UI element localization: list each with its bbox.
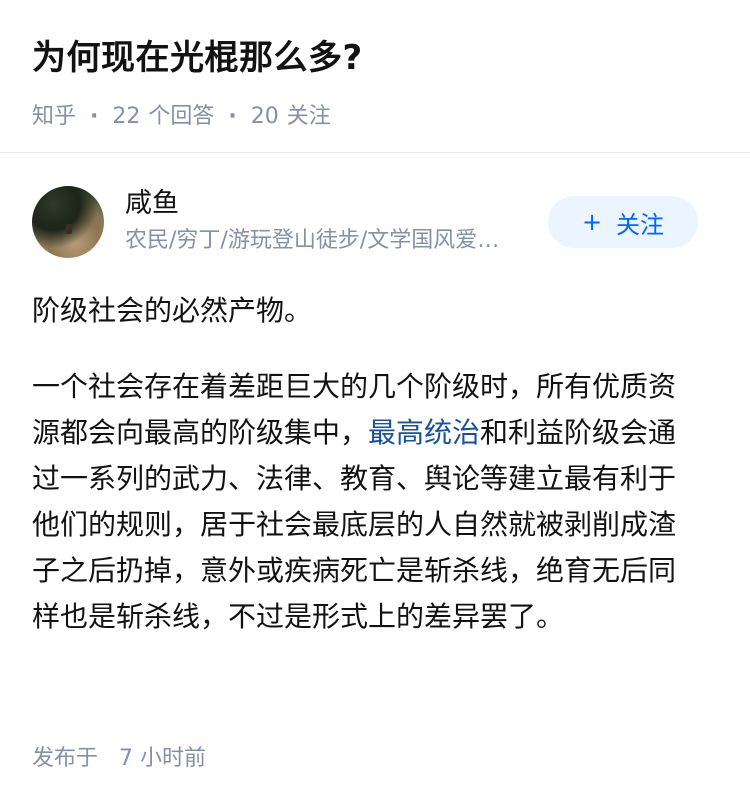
answer-content: 阶级社会的必然产物。 一个社会存在着差距巨大的几个阶级时，所有优质资源都会向最高… [32,288,698,640]
separator-dot: · [90,104,99,129]
author-row: 咸鱼 农民/穷丁/游玩登山徒步/文学国风爱好者 + 关注 [32,184,698,260]
author-bio: 农民/穷丁/游玩登山徒步/文学国风爱好者 [125,228,517,253]
follows-label: 关注 [286,104,331,129]
question-meta: 知乎 · 22 个回答 · 20 关注 [32,102,722,132]
answer-link[interactable]: 最高统治 [368,416,480,449]
author-name[interactable]: 咸鱼 [125,186,179,222]
published-time: 7 小时前 [119,746,207,771]
answer-paragraph: 一个社会存在着差距巨大的几个阶级时，所有优质资源都会向最高的阶级集中，最高统治和… [32,364,698,640]
answers-count: 22 [112,104,141,129]
published-label: 发布于 [32,746,99,771]
answer-paragraph: 阶级社会的必然产物。 [32,294,313,327]
header-divider [0,152,750,153]
question-header: 为何现在光棍那么多? 知乎 · 22 个回答 · 20 关注 [32,34,722,132]
avatar[interactable] [32,186,104,258]
question-title[interactable]: 为何现在光棍那么多? [32,34,722,82]
plus-icon: + [581,208,603,236]
follow-label: 关注 [616,210,665,239]
follows-count: 20 [250,104,279,129]
answer-footer: 发布于 7 小时前 [32,744,206,774]
separator-dot: · [228,104,237,129]
answers-label: 个回答 [148,104,215,129]
follow-button[interactable]: + 关注 [548,196,698,248]
source-label: 知乎 [32,104,77,129]
avatar-figure [66,224,72,234]
